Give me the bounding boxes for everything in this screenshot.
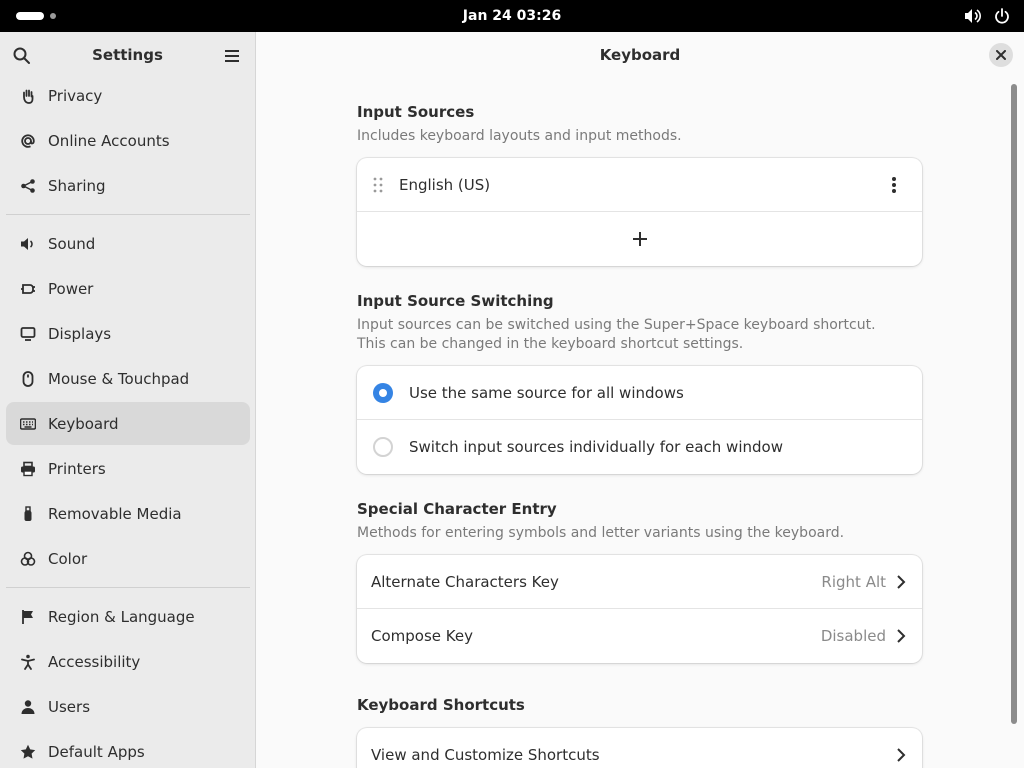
keyboard-shortcuts-title: Keyboard Shortcuts bbox=[357, 696, 525, 714]
input-source-row[interactable]: English (US) bbox=[357, 158, 922, 212]
chevron-right-icon bbox=[897, 629, 906, 643]
add-input-source-button[interactable] bbox=[357, 212, 922, 266]
share-icon bbox=[20, 178, 36, 194]
special-entry-card: Alternate Characters Key Right Alt Compo… bbox=[357, 555, 922, 663]
mouse-icon bbox=[20, 370, 36, 387]
option-same-source[interactable]: Use the same source for all windows bbox=[357, 366, 922, 420]
sidebar-title: Settings bbox=[92, 46, 163, 64]
sidebar-item-users[interactable]: Users bbox=[6, 685, 250, 728]
input-source-label: English (US) bbox=[399, 175, 491, 194]
close-button[interactable] bbox=[989, 43, 1013, 67]
option-label: Use the same source for all windows bbox=[409, 383, 684, 402]
option-per-window[interactable]: Switch input sources individually for ea… bbox=[357, 420, 922, 474]
switching-title: Input Source Switching bbox=[357, 292, 554, 310]
sidebar-item-keyboard[interactable]: Keyboard bbox=[6, 402, 250, 445]
option-label: Switch input sources individually for ea… bbox=[409, 438, 783, 456]
row-label: Alternate Characters Key bbox=[371, 572, 559, 591]
sidebar-item-displays[interactable]: Displays bbox=[6, 312, 250, 355]
top-bar: Jan 24 03:26 bbox=[0, 0, 1024, 32]
input-sources-description: Includes keyboard layouts and input meth… bbox=[357, 128, 682, 144]
sidebar-item-mouse-touchpad[interactable]: Mouse & Touchpad bbox=[6, 357, 250, 400]
chevron-right-icon bbox=[897, 575, 906, 589]
display-icon bbox=[20, 326, 36, 342]
row-value: Right Alt bbox=[821, 572, 886, 591]
usb-icon bbox=[20, 505, 36, 522]
hamburger-menu-icon[interactable] bbox=[222, 46, 242, 66]
volume-icon bbox=[965, 9, 982, 23]
sidebar-item-power[interactable]: Power bbox=[6, 267, 250, 310]
sidebar-item-sound[interactable]: Sound bbox=[6, 222, 250, 265]
sidebar-header: Settings bbox=[0, 32, 255, 78]
alternate-characters-key-row[interactable]: Alternate Characters Key Right Alt bbox=[357, 555, 922, 609]
more-options-icon[interactable] bbox=[892, 177, 896, 193]
row-value: Disabled bbox=[820, 627, 886, 645]
row-label: View and Customize Shortcuts bbox=[371, 746, 600, 764]
close-icon bbox=[996, 50, 1006, 60]
speaker-icon bbox=[20, 236, 36, 252]
hand-icon bbox=[20, 88, 36, 104]
radio-selected[interactable] bbox=[373, 382, 393, 403]
sidebar-item-color[interactable]: Color bbox=[6, 537, 250, 580]
plus-icon bbox=[632, 232, 647, 246]
input-sources-title: Input Sources bbox=[357, 103, 475, 121]
keyboard-icon bbox=[20, 416, 36, 432]
chevron-right-icon bbox=[897, 748, 906, 762]
sidebar: Settings Privacy Online Accounts Sharing… bbox=[0, 32, 256, 768]
system-tray[interactable] bbox=[964, 8, 1010, 24]
sidebar-item-sharing[interactable]: Sharing bbox=[6, 164, 250, 207]
power-icon bbox=[995, 8, 1009, 24]
scrollbar[interactable] bbox=[1011, 84, 1017, 724]
star-icon bbox=[20, 744, 36, 760]
sidebar-item-accessibility[interactable]: Accessibility bbox=[6, 640, 250, 683]
compose-key-row[interactable]: Compose Key Disabled bbox=[357, 609, 922, 663]
color-icon bbox=[20, 551, 36, 567]
accessibility-icon bbox=[20, 654, 36, 670]
drag-handle-icon[interactable] bbox=[373, 177, 383, 193]
sidebar-item-printers[interactable]: Printers bbox=[6, 447, 250, 490]
sidebar-item-default-apps[interactable]: Default Apps bbox=[6, 730, 250, 768]
sidebar-item-privacy[interactable]: Privacy bbox=[6, 74, 250, 117]
switching-card: Use the same source for all windows Swit… bbox=[357, 366, 922, 474]
row-label: Compose Key bbox=[371, 627, 473, 645]
sidebar-separator bbox=[6, 587, 250, 588]
input-sources-card: English (US) bbox=[357, 158, 922, 266]
flag-icon bbox=[20, 609, 36, 625]
special-entry-description: Methods for entering symbols and letter … bbox=[357, 525, 845, 541]
at-icon bbox=[20, 133, 36, 149]
view-customize-shortcuts-row[interactable]: View and Customize Shortcuts bbox=[357, 728, 922, 768]
user-icon bbox=[20, 699, 36, 715]
special-entry-title: Special Character Entry bbox=[357, 500, 557, 518]
sidebar-item-removable-media[interactable]: Removable Media bbox=[6, 492, 250, 535]
switching-description-line1: Input sources can be switched using the … bbox=[357, 317, 876, 333]
power-plug-icon bbox=[20, 281, 36, 297]
sidebar-item-online-accounts[interactable]: Online Accounts bbox=[6, 119, 250, 162]
clock[interactable]: Jan 24 03:26 bbox=[0, 0, 1024, 32]
keyboard-shortcuts-card: View and Customize Shortcuts bbox=[357, 728, 922, 768]
switching-description-line2: This can be changed in the keyboard shor… bbox=[357, 336, 744, 352]
main-panel: Keyboard Input Sources Includes keyboard… bbox=[256, 32, 1024, 768]
printer-icon bbox=[20, 461, 36, 477]
sidebar-separator bbox=[6, 214, 250, 215]
radio-unselected[interactable] bbox=[373, 437, 393, 457]
page-title: Keyboard bbox=[599, 46, 681, 64]
sidebar-item-region-language[interactable]: Region & Language bbox=[6, 595, 250, 638]
